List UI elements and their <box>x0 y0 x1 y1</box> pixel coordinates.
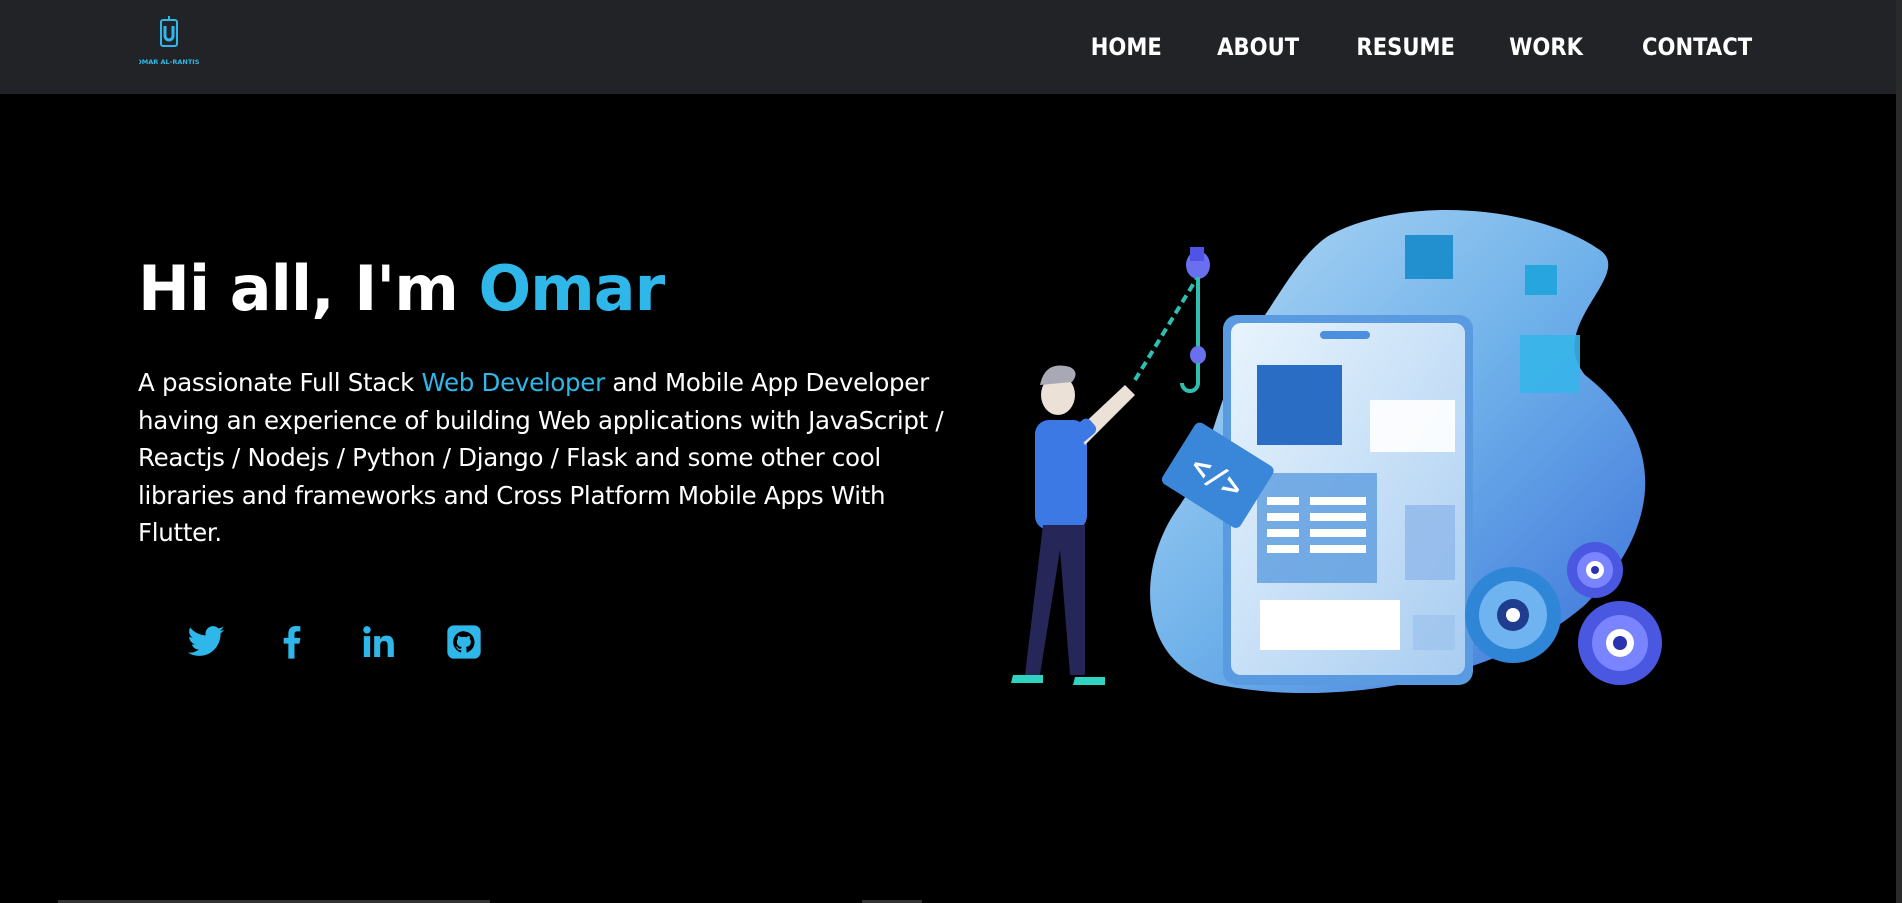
hero-greeting: Hi all, I'm <box>138 252 479 325</box>
hero-desc-part1: A passionate Full Stack <box>138 368 422 397</box>
developer-illustration: </> <box>1011 209 1662 694</box>
nav-resume[interactable]: RESUME <box>1356 33 1455 61</box>
logo-icon: OMAR AL-RANTISI <box>136 16 202 66</box>
facebook-link[interactable] <box>272 622 312 662</box>
navbar: OMAR AL-RANTISI HOME ABOUT RESUME WORK C… <box>0 0 1902 94</box>
gear-medium-icon <box>1578 601 1662 685</box>
hero-desc-highlight: Web Developer <box>421 368 606 397</box>
twitter-link[interactable] <box>186 622 226 662</box>
nav-contact[interactable]: CONTACT <box>1642 33 1752 61</box>
scrollbar[interactable] <box>1896 0 1902 903</box>
github-icon <box>447 625 481 659</box>
hero-name: Omar <box>478 252 665 325</box>
person-figure <box>1011 365 1135 685</box>
twitter-icon <box>187 626 225 656</box>
linkedin-link[interactable] <box>358 622 398 662</box>
nav-home[interactable]: HOME <box>1091 33 1162 61</box>
hero-illustration: </> <box>985 205 1685 715</box>
facebook-icon <box>283 626 301 659</box>
nav-work[interactable]: WORK <box>1509 33 1583 61</box>
hero-title: Hi all, I'm Omar <box>138 252 665 325</box>
gear-small-icon <box>1567 542 1623 598</box>
hero-description: A passionate Full Stack Web Developer an… <box>138 364 958 552</box>
linkedin-icon <box>363 626 394 657</box>
nav-about[interactable]: ABOUT <box>1217 33 1299 61</box>
logo-text: OMAR AL-RANTISI <box>139 58 199 66</box>
github-link[interactable] <box>444 622 484 662</box>
logo[interactable]: OMAR AL-RANTISI <box>136 16 202 70</box>
social-links <box>186 622 530 662</box>
main-nav: HOME ABOUT RESUME WORK CONTACT <box>1037 0 1752 94</box>
gear-large-icon <box>1465 567 1561 663</box>
